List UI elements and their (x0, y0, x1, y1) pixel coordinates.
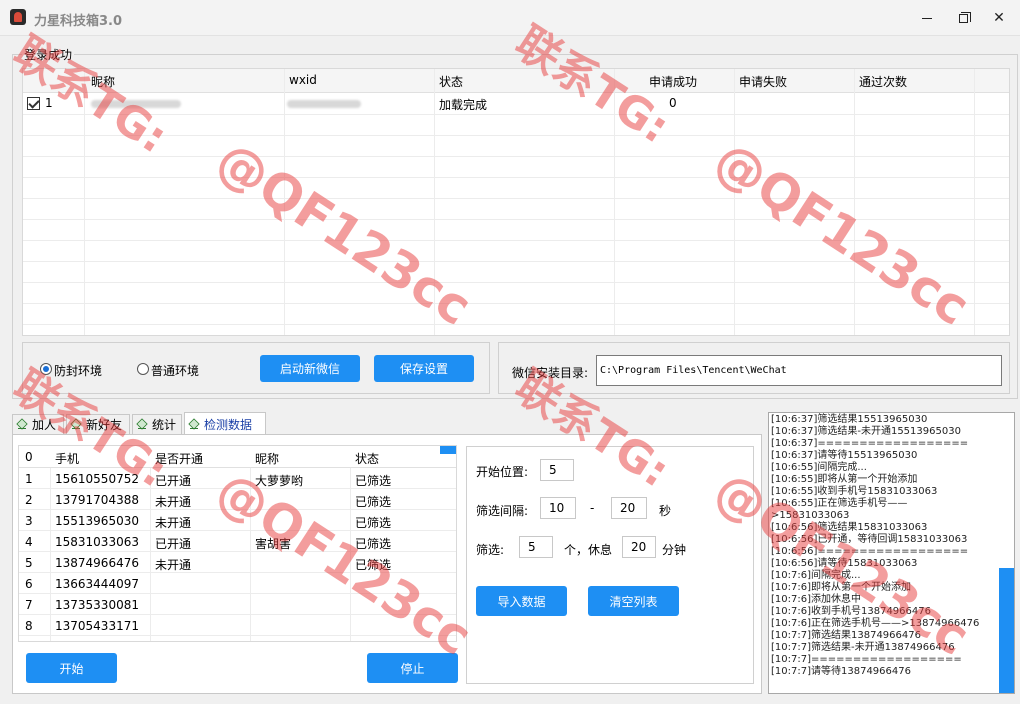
phone-table-header: 0 手机 是否开通 昵称 状态 (19, 446, 456, 468)
table-row[interactable]: 4 15831033063 已开通 害胡害 已筛选 (19, 531, 456, 552)
interval-max-input[interactable]: 20 (611, 497, 647, 519)
window-title: 力星科技箱3.0 (34, 14, 123, 29)
log-line: [10:7:7]筛选结果13874966476 (771, 630, 921, 641)
log-line: [10:6:37]筛选结果-未开通15513965030 (771, 426, 961, 437)
account-row-index: 1 (45, 96, 53, 110)
log-line: [10:7:7]筛选结果-未开通13874966476 (771, 642, 955, 653)
maximize-button[interactable] (946, 4, 980, 32)
phone-data-table[interactable]: 0 手机 是否开通 昵称 状态 1 15610550752 已开通 大萝萝哟 已… (18, 445, 457, 642)
log-line: [10:7:7]请等待13874966476 (771, 666, 911, 677)
layers-icon (136, 419, 149, 430)
table-row[interactable]: 6 13663444097 (19, 573, 456, 594)
col-wxid: wxid (289, 73, 317, 87)
account-row-checkbox[interactable] (27, 97, 40, 110)
log-line: [10:7:6]正在筛选手机号——>13874966476 (771, 618, 980, 629)
log-line: [10:6:55]正在筛选手机号—— (771, 498, 908, 509)
wxid-redacted (287, 100, 361, 108)
col-opened: 是否开通 (155, 452, 204, 466)
install-path-input[interactable]: C:\Program Files\Tencent\WeChat (596, 355, 1002, 386)
col-pass-count: 通过次数 (859, 75, 908, 89)
import-data-button[interactable]: 导入数据 (476, 586, 567, 616)
interval-unit-label: 秒 (659, 504, 672, 518)
interval-min-input[interactable]: 10 (540, 497, 576, 519)
account-row[interactable]: 1 加载完成 0 (23, 93, 1009, 114)
log-line: [10:6:55]间隔完成... (771, 462, 867, 473)
log-line: [10:7:6]间隔完成... (771, 570, 861, 581)
table-row[interactable]: 7 13735330081 (19, 594, 456, 615)
table-row[interactable]: 1 15610550752 已开通 大萝萝哟 已筛选 (19, 468, 456, 489)
log-line: [10:6:55]即将从第一个开始添加 (771, 474, 918, 485)
start-position-label: 开始位置: (476, 465, 529, 479)
col-nickname: 昵称 (255, 452, 280, 466)
filter-rest-unit-label: 分钟 (662, 543, 687, 557)
layers-icon (188, 419, 201, 430)
account-table[interactable]: 昵称 wxid 状态 申请成功 申请失败 通过次数 1 加载完成 0 (22, 68, 1010, 336)
filter-count-label: 筛选: (476, 543, 505, 557)
filter-count-input[interactable]: 5 (519, 536, 553, 558)
filter-settings-panel (466, 446, 754, 684)
table-row[interactable]: 5 13874966476 未开通 已筛选 (19, 552, 456, 573)
clear-list-button[interactable]: 清空列表 (588, 586, 679, 616)
save-settings-button[interactable]: 保存设置 (374, 355, 474, 382)
col-status: 状态 (439, 75, 464, 89)
log-line: [10:6:56]================== (771, 546, 969, 557)
tab-statistics[interactable]: 统计 (132, 414, 182, 434)
table-row[interactable]: 2 13791704388 未开通 已筛选 (19, 489, 456, 510)
radio-normal[interactable] (137, 363, 149, 375)
table-row[interactable]: 3 15513965030 未开通 已筛选 (19, 510, 456, 531)
title-bar: 力星科技箱3.0 ✕ (0, 0, 1020, 36)
log-line: [10:6:37]请等待15513965030 (771, 450, 918, 461)
close-button[interactable]: ✕ (982, 4, 1016, 32)
login-status-caption: 登录成功 (22, 46, 75, 63)
radio-anti-ban[interactable] (40, 363, 52, 375)
account-table-header: 昵称 wxid 状态 申请成功 申请失败 通过次数 (23, 69, 1009, 93)
col-apply-success: 申请成功 (649, 75, 698, 89)
layers-icon (70, 419, 83, 430)
radio-anti-ban-label[interactable]: 防封环境 (54, 362, 102, 379)
nickname-redacted (91, 100, 181, 108)
log-line: [10:7:6]收到手机号13874966476 (771, 606, 931, 617)
close-icon: ✕ (993, 10, 1005, 26)
log-line: [10:6:56]已开通，等待回调15831033063 (771, 534, 968, 545)
activity-log[interactable]: [10:6:37]筛选结果15513965030 [10:6:37]筛选结果-未… (768, 412, 1015, 694)
log-line: [10:6:37]筛选结果15513965030 (771, 414, 928, 425)
account-row-status: 加载完成 (439, 98, 488, 112)
filter-interval-label: 筛选间隔: (476, 504, 529, 518)
log-line: >15831033063 (771, 510, 850, 521)
log-line: [10:6:37]================== (771, 438, 969, 449)
log-line: [10:7:6]添加休息中 (771, 594, 861, 605)
filter-rest-label: 个，休息 (564, 543, 613, 557)
stop-button[interactable]: 停止 (367, 653, 458, 683)
log-line: [10:6:55]收到手机号15831033063 (771, 486, 938, 497)
start-new-wechat-button[interactable]: 启动新微信 (260, 355, 360, 382)
log-line: [10:6:56]筛选结果15831033063 (771, 522, 928, 533)
filter-rest-input[interactable]: 20 (622, 536, 656, 558)
interval-separator: - (590, 501, 595, 515)
account-row-apply-success: 0 (669, 96, 677, 110)
log-line: [10:7:7]================== (771, 654, 962, 665)
log-scroll-thumb[interactable] (999, 568, 1014, 693)
tab-add-people[interactable]: 加人 (12, 414, 64, 434)
col-status: 状态 (355, 452, 380, 466)
radio-normal-label[interactable]: 普通环境 (151, 362, 199, 379)
install-path-label: 微信安装目录: (512, 366, 589, 380)
phone-table-scroll-thumb[interactable] (440, 446, 456, 454)
minimize-button[interactable] (910, 4, 944, 32)
minimize-icon (922, 17, 932, 19)
layers-icon (16, 419, 29, 430)
restore-icon (958, 11, 971, 23)
app-logo-icon (10, 9, 26, 25)
col-phone: 手机 (55, 452, 80, 466)
log-line: [10:7:6]即将从第一个开始添加 (771, 582, 911, 593)
start-button[interactable]: 开始 (26, 653, 117, 683)
col-row-no: 0 (25, 450, 33, 464)
col-nickname: 昵称 (91, 75, 116, 89)
tab-new-friends[interactable]: 新好友 (66, 414, 130, 434)
start-position-input[interactable]: 5 (540, 459, 574, 481)
col-apply-fail: 申请失败 (739, 75, 788, 89)
tab-check-data[interactable]: 检测数据 (184, 412, 266, 435)
table-row[interactable]: 8 13705433171 (19, 615, 456, 636)
log-line: [10:6:56]请等待15831033063 (771, 558, 918, 569)
